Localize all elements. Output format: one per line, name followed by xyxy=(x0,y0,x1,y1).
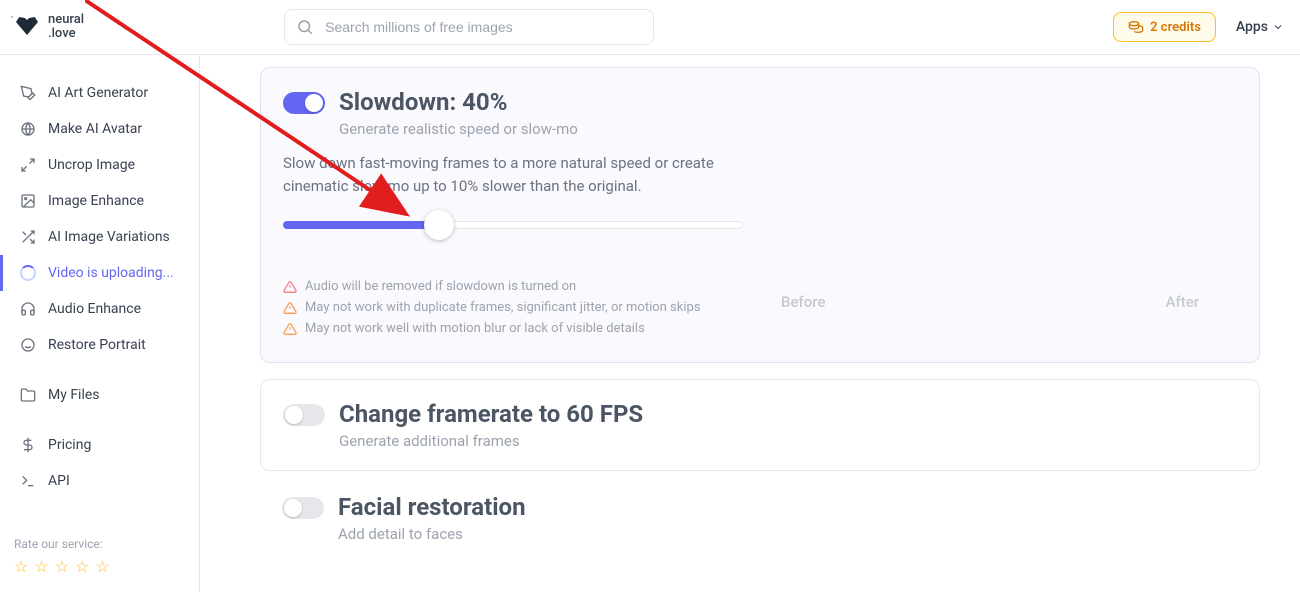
sidebar-item-variations[interactable]: AI Image Variations xyxy=(0,219,199,255)
slowdown-title: Slowdown: 40% xyxy=(339,88,1237,116)
sidebar-item-label: AI Art Generator xyxy=(48,85,148,101)
sidebar-item-label: Audio Enhance xyxy=(48,301,141,317)
spinner-icon xyxy=(20,265,36,281)
main-content: Slowdown: 40% Generate realistic speed o… xyxy=(200,55,1300,592)
chevron-down-icon xyxy=(1272,21,1284,33)
sidebar-item-label: My Files xyxy=(48,387,100,403)
headphones-icon xyxy=(20,301,36,317)
sidebar-item-label: AI Image Variations xyxy=(48,229,170,245)
before-after-labels: Before After xyxy=(781,293,1199,311)
sidebar-item-avatar[interactable]: Make AI Avatar xyxy=(0,111,199,147)
header: ∙∙ neural .love 2 credits Apps xyxy=(0,0,1300,55)
rating-stars: ☆ ☆ ☆ ☆ ☆ xyxy=(14,557,185,576)
rate-label: Rate our service: xyxy=(14,537,185,551)
terminal-icon xyxy=(20,473,36,489)
framerate-toggle[interactable] xyxy=(283,404,325,426)
framerate-card: Change framerate to 60 FPS Generate addi… xyxy=(260,379,1260,471)
framerate-subtitle: Generate additional frames xyxy=(339,432,1237,450)
logo-text-2: .love xyxy=(48,27,84,41)
logo-text-1: neural xyxy=(48,13,84,27)
sidebar-item-video-uploading[interactable]: Video is uploading... xyxy=(0,255,199,291)
shuffle-icon xyxy=(20,229,36,245)
sidebar-item-label: Pricing xyxy=(48,437,91,453)
sidebar-item-enhance[interactable]: Image Enhance xyxy=(0,183,199,219)
warning-icon xyxy=(283,280,297,294)
sidebar-item-uncrop[interactable]: Uncrop Image xyxy=(0,147,199,183)
pen-icon xyxy=(20,85,36,101)
sidebar-item-ai-art[interactable]: AI Art Generator xyxy=(0,75,199,111)
sidebar: AI Art Generator Make AI Avatar Uncrop I… xyxy=(0,55,200,592)
star-icon[interactable]: ☆ xyxy=(75,557,89,576)
apps-dropdown[interactable]: Apps xyxy=(1236,19,1284,35)
heart-icon xyxy=(16,15,38,35)
sidebar-item-label: Image Enhance xyxy=(48,193,144,209)
slowdown-toggle[interactable] xyxy=(283,92,325,114)
slider-thumb[interactable] xyxy=(424,210,454,240)
facial-toggle[interactable] xyxy=(282,497,324,519)
slowdown-description: Slow down fast-moving frames to a more n… xyxy=(283,152,743,197)
framerate-title: Change framerate to 60 FPS xyxy=(339,400,1237,428)
sidebar-item-pricing[interactable]: Pricing xyxy=(0,427,199,463)
facial-card: Facial restoration Add detail to faces xyxy=(260,487,1260,563)
globe-icon xyxy=(20,121,36,137)
search-icon xyxy=(296,18,314,36)
warning-icon xyxy=(283,322,297,336)
smile-icon xyxy=(20,337,36,353)
sidebar-item-api[interactable]: API xyxy=(0,463,199,499)
warning-text: May not work with duplicate frames, sign… xyxy=(305,300,701,315)
star-icon[interactable]: ☆ xyxy=(34,557,48,576)
expand-icon xyxy=(20,157,36,173)
sidebar-item-label: API xyxy=(48,473,70,489)
before-label: Before xyxy=(781,293,826,311)
warning-text: Audio will be removed if slowdown is tur… xyxy=(305,279,576,294)
search xyxy=(284,9,654,45)
folder-icon xyxy=(20,387,36,403)
image-icon xyxy=(20,193,36,209)
sidebar-item-label: Uncrop Image xyxy=(48,157,135,173)
coins-icon xyxy=(1128,19,1144,35)
credits-label: 2 credits xyxy=(1150,20,1201,35)
star-icon[interactable]: ☆ xyxy=(14,557,28,576)
sidebar-item-label: Restore Portrait xyxy=(48,337,146,353)
warning-text: May not work well with motion blur or la… xyxy=(305,321,645,336)
slowdown-slider[interactable] xyxy=(283,221,743,229)
slowdown-subtitle: Generate realistic speed or slow-mo xyxy=(339,120,1237,138)
warning-icon xyxy=(283,301,297,315)
search-input[interactable] xyxy=(284,9,654,45)
star-icon[interactable]: ☆ xyxy=(95,557,109,576)
sidebar-item-label: Make AI Avatar xyxy=(48,121,142,137)
facial-subtitle: Add detail to faces xyxy=(338,525,1238,543)
sidebar-item-files[interactable]: My Files xyxy=(0,377,199,413)
logo[interactable]: ∙∙ neural .love xyxy=(16,13,84,42)
sidebar-item-label: Video is uploading... xyxy=(48,265,174,281)
credits-button[interactable]: 2 credits xyxy=(1113,12,1216,42)
sidebar-item-audio[interactable]: Audio Enhance xyxy=(0,291,199,327)
dollar-icon xyxy=(20,437,36,453)
facial-title: Facial restoration xyxy=(338,493,1238,521)
after-label: After xyxy=(1166,293,1200,311)
sidebar-item-restore[interactable]: Restore Portrait xyxy=(0,327,199,363)
star-icon[interactable]: ☆ xyxy=(55,557,69,576)
apps-label: Apps xyxy=(1236,19,1268,35)
slowdown-card: Slowdown: 40% Generate realistic speed o… xyxy=(260,67,1260,363)
